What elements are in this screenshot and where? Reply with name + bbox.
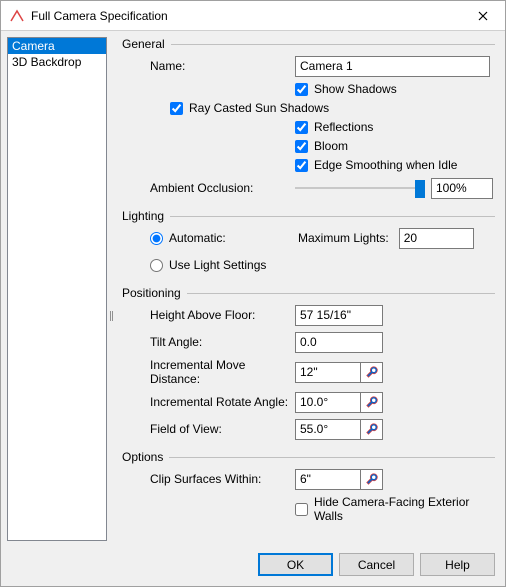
fov-wrench-button[interactable] [361, 419, 383, 440]
content-panel: General Name: Show Shadows Ray Casted Su… [118, 37, 499, 541]
wrench-icon [365, 422, 379, 436]
wrench-icon [365, 395, 379, 409]
splitter-grip-icon [108, 311, 115, 321]
group-separator [171, 44, 495, 45]
slider-track [295, 187, 425, 189]
move-dist-label: Incremental Move Distance: [150, 358, 295, 386]
close-icon [478, 11, 488, 21]
sidebar-item-camera[interactable]: Camera [8, 38, 106, 54]
move-dist-input[interactable] [295, 362, 361, 383]
sidebar-item-label: 3D Backdrop [12, 55, 81, 69]
group-options: Options Clip Surfaces Within: Hide Camer… [122, 450, 495, 527]
ambient-occlusion-input[interactable] [431, 178, 493, 199]
fov-label: Field of View: [150, 422, 295, 436]
wrench-icon [365, 365, 379, 379]
ray-casted-label: Ray Casted Sun Shadows [189, 101, 329, 115]
group-separator [187, 293, 495, 294]
ok-button[interactable]: OK [258, 553, 333, 576]
show-shadows-checkbox[interactable]: Show Shadows [295, 82, 495, 96]
name-input[interactable] [295, 56, 490, 77]
max-lights-label: Maximum Lights: [298, 231, 389, 245]
group-separator [170, 216, 495, 217]
sidebar: Camera 3D Backdrop [7, 37, 107, 541]
group-title: Lighting [122, 209, 164, 223]
automatic-radio[interactable]: Automatic: [150, 231, 270, 245]
ray-casted-checkbox[interactable]: Ray Casted Sun Shadows [170, 101, 495, 115]
dialog-footer: OK Cancel Help [1, 547, 505, 586]
hide-walls-label: Hide Camera-Facing Exterior Walls [314, 495, 495, 523]
rotate-angle-wrench-button[interactable] [361, 392, 383, 413]
use-light-settings-label: Use Light Settings [169, 258, 266, 272]
app-icon [9, 8, 25, 24]
window-title: Full Camera Specification [31, 9, 460, 23]
rotate-angle-label: Incremental Rotate Angle: [150, 395, 295, 409]
name-label: Name: [150, 59, 295, 73]
edge-smoothing-label: Edge Smoothing when Idle [314, 158, 457, 172]
ambient-occlusion-label: Ambient Occlusion: [150, 181, 295, 195]
use-light-settings-radio-input[interactable] [150, 259, 163, 272]
bloom-checkbox[interactable]: Bloom [295, 139, 495, 153]
titlebar: Full Camera Specification [1, 1, 505, 31]
automatic-label: Automatic: [169, 231, 226, 245]
tilt-input[interactable] [295, 332, 383, 353]
edge-smoothing-input[interactable] [295, 159, 308, 172]
group-positioning: Positioning Height Above Floor: Tilt Ang… [122, 286, 495, 444]
ray-casted-input[interactable] [170, 102, 183, 115]
help-button[interactable]: Help [420, 553, 495, 576]
rotate-angle-input[interactable] [295, 392, 361, 413]
dialog-window: Full Camera Specification Camera 3D Back… [0, 0, 506, 587]
splitter[interactable] [111, 37, 114, 541]
sidebar-item-3d-backdrop[interactable]: 3D Backdrop [8, 54, 106, 70]
clip-wrench-button[interactable] [361, 469, 383, 490]
slider-thumb[interactable] [415, 180, 425, 198]
use-light-settings-radio[interactable]: Use Light Settings [150, 258, 270, 272]
dialog-body: Camera 3D Backdrop General Name: [1, 31, 505, 547]
wrench-icon [365, 472, 379, 486]
tilt-label: Tilt Angle: [150, 335, 295, 349]
reflections-label: Reflections [314, 120, 373, 134]
cancel-button[interactable]: Cancel [339, 553, 414, 576]
group-title: Positioning [122, 286, 181, 300]
hide-walls-input[interactable] [295, 503, 308, 516]
group-title: Options [122, 450, 163, 464]
automatic-radio-input[interactable] [150, 232, 163, 245]
bloom-input[interactable] [295, 140, 308, 153]
show-shadows-input[interactable] [295, 83, 308, 96]
height-label: Height Above Floor: [150, 308, 295, 322]
hide-walls-checkbox[interactable]: Hide Camera-Facing Exterior Walls [295, 495, 495, 523]
height-input[interactable] [295, 305, 383, 326]
clip-input[interactable] [295, 469, 361, 490]
clip-label: Clip Surfaces Within: [150, 472, 295, 486]
show-shadows-label: Show Shadows [314, 82, 397, 96]
edge-smoothing-checkbox[interactable]: Edge Smoothing when Idle [295, 158, 495, 172]
sidebar-item-label: Camera [12, 39, 55, 53]
reflections-checkbox[interactable]: Reflections [295, 120, 495, 134]
bloom-label: Bloom [314, 139, 348, 153]
group-title: General [122, 37, 165, 51]
fov-input[interactable] [295, 419, 361, 440]
ambient-occlusion-slider[interactable] [295, 178, 425, 198]
group-lighting: Lighting Automatic: Maximum Lights: [122, 209, 495, 280]
group-general: General Name: Show Shadows Ray Casted Su… [122, 37, 495, 203]
move-dist-wrench-button[interactable] [361, 362, 383, 383]
close-button[interactable] [460, 1, 505, 30]
group-separator [169, 457, 495, 458]
reflections-input[interactable] [295, 121, 308, 134]
max-lights-input[interactable] [399, 228, 474, 249]
